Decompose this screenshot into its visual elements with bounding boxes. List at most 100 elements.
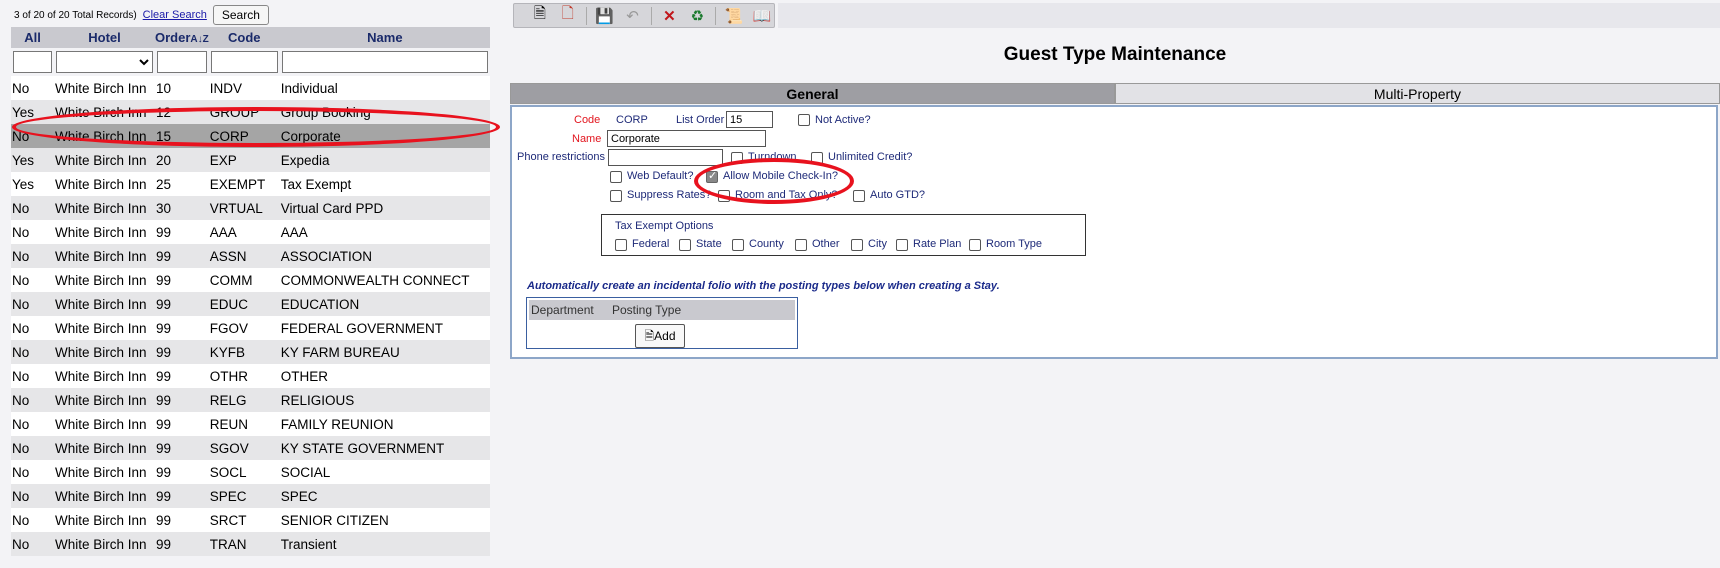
turndown-checkbox[interactable] bbox=[731, 152, 743, 164]
toolbar-strip bbox=[778, 3, 1720, 28]
table-row[interactable]: No White Birch Inn 99 REUN FAMILY REUNION bbox=[11, 412, 490, 436]
filter-hotel-select[interactable] bbox=[56, 51, 153, 73]
cell-name: EDUCATION bbox=[279, 292, 490, 316]
cell-order: 99 bbox=[155, 508, 209, 532]
column-header-name[interactable]: Name bbox=[279, 27, 490, 48]
cell-order: 99 bbox=[155, 388, 209, 412]
cell-code: RELG bbox=[208, 388, 280, 412]
toolbar: 🗎 🗋 💾 ↶ ✕ ♻ 📜 📖 bbox=[513, 3, 775, 28]
save-icon[interactable]: 💾 bbox=[593, 5, 617, 27]
web-default-label: Web Default? bbox=[627, 170, 694, 182]
cell-code: SRCT bbox=[208, 508, 280, 532]
tax-room-type-checkbox[interactable] bbox=[969, 239, 981, 251]
cell-all: No bbox=[11, 76, 54, 100]
table-row[interactable]: No White Birch Inn 99 SGOV KY STATE GOVERNME… bbox=[11, 436, 490, 460]
suppress-rates-checkbox[interactable] bbox=[610, 190, 622, 202]
cell-all: No bbox=[11, 460, 54, 484]
phone-restrictions-input[interactable] bbox=[608, 149, 723, 166]
add-posting-type-button[interactable]: 🗎Add bbox=[635, 324, 685, 348]
tax-city-checkbox[interactable] bbox=[851, 239, 863, 251]
table-row[interactable]: Yes White Birch Inn 25 EXEMPT Tax Exempt bbox=[11, 172, 490, 196]
undo-icon[interactable]: ↶ bbox=[621, 5, 645, 27]
cell-hotel: White Birch Inn bbox=[54, 124, 155, 148]
sort-ascending-icon[interactable]: A↓Z bbox=[190, 34, 208, 45]
column-header-order[interactable]: OrderA↓Z bbox=[155, 27, 209, 48]
cell-hotel: White Birch Inn bbox=[54, 460, 155, 484]
table-row[interactable]: No White Birch Inn 99 EDUC EDUCATION bbox=[11, 292, 490, 316]
cell-all: No bbox=[11, 412, 54, 436]
cell-hotel: White Birch Inn bbox=[54, 412, 155, 436]
table-row[interactable]: No White Birch Inn 99 KYFB KY FARM BUREAU bbox=[11, 340, 490, 364]
filter-row bbox=[11, 48, 490, 76]
cell-code: INDV bbox=[208, 76, 280, 100]
page-title: Guest Type Maintenance bbox=[1003, 44, 1227, 65]
cell-code: SGOV bbox=[208, 436, 280, 460]
cell-code: EDUC bbox=[208, 292, 280, 316]
tax-state-checkbox[interactable] bbox=[679, 239, 691, 251]
table-body: No White Birch Inn 10 INDV Individual Yes Whit… bbox=[11, 76, 490, 556]
filter-name-input[interactable] bbox=[281, 51, 488, 73]
web-default-checkbox[interactable] bbox=[610, 171, 622, 183]
table-row[interactable]: Yes White Birch Inn 20 EXP Expedia bbox=[11, 148, 490, 172]
tab-multi-property[interactable]: Multi-Property bbox=[1115, 83, 1720, 104]
cell-hotel: White Birch Inn bbox=[54, 364, 155, 388]
tax-county-checkbox[interactable] bbox=[732, 239, 744, 251]
cell-all: No bbox=[11, 268, 54, 292]
new-document-icon[interactable]: 🗎 bbox=[528, 5, 552, 27]
table-row[interactable]: No White Birch Inn 99 SOCL SOCIAL bbox=[11, 460, 490, 484]
cell-name: Expedia bbox=[279, 148, 490, 172]
list-order-input[interactable] bbox=[726, 111, 773, 128]
report-icon[interactable]: 📜 bbox=[722, 5, 746, 27]
cell-code: KYFB bbox=[208, 340, 280, 364]
filter-code-input[interactable] bbox=[210, 51, 278, 73]
posting-type-column-header: Posting Type bbox=[612, 303, 682, 317]
cell-name: AAA bbox=[279, 220, 490, 244]
room-tax-only-checkbox[interactable] bbox=[718, 190, 730, 202]
column-header-all[interactable]: All bbox=[11, 27, 54, 48]
tax-other-label: Other bbox=[812, 238, 840, 250]
table-row[interactable]: No White Birch Inn 99 SRCT SENIOR CITIZEN bbox=[11, 508, 490, 532]
filter-order-input[interactable] bbox=[157, 51, 207, 73]
allow-mobile-checkin-checkbox[interactable] bbox=[706, 169, 718, 183]
table-row[interactable]: No White Birch Inn 15 CORP Corporate bbox=[11, 124, 490, 148]
help-book-icon[interactable]: 📖 bbox=[750, 5, 774, 27]
clear-search-link[interactable]: Clear Search bbox=[143, 9, 207, 21]
table-row[interactable]: No White Birch Inn 99 ASSN ASSOCIATION bbox=[11, 244, 490, 268]
name-input[interactable] bbox=[607, 130, 766, 147]
room-tax-only-label: Room and Tax Only? bbox=[735, 189, 838, 201]
cell-code: EXEMPT bbox=[208, 172, 280, 196]
filter-all-input[interactable] bbox=[13, 51, 52, 73]
table-row[interactable]: No White Birch Inn 99 RELG RELIGIOUS bbox=[11, 388, 490, 412]
tax-rate-plan-checkbox[interactable] bbox=[896, 239, 908, 251]
cell-hotel: White Birch Inn bbox=[54, 100, 155, 124]
tab-general[interactable]: General bbox=[510, 83, 1115, 104]
list-topbar: 3 of 20 of 20 Total Records) Clear Searc… bbox=[14, 5, 269, 25]
table-row[interactable]: No White Birch Inn 99 FGOV FEDERAL GOVERNMEN… bbox=[11, 316, 490, 340]
delete-icon[interactable]: ✕ bbox=[658, 5, 682, 27]
tax-other-checkbox[interactable] bbox=[795, 239, 807, 251]
table-row[interactable]: Yes White Birch Inn 12 GROUP Group Booking bbox=[11, 100, 490, 124]
column-header-hotel[interactable]: Hotel bbox=[54, 27, 155, 48]
table-row[interactable]: No White Birch Inn 99 TRAN Transient bbox=[11, 532, 490, 556]
refresh-icon[interactable]: ♻ bbox=[685, 5, 709, 27]
unlimited-credit-checkbox[interactable] bbox=[811, 152, 823, 164]
cell-hotel: White Birch Inn bbox=[54, 148, 155, 172]
auto-gtd-checkbox[interactable] bbox=[853, 190, 865, 202]
table-row[interactable]: No White Birch Inn 99 OTHR OTHER bbox=[11, 364, 490, 388]
column-header-code[interactable]: Code bbox=[208, 27, 280, 48]
tax-federal-checkbox[interactable] bbox=[615, 239, 627, 251]
table-row[interactable]: No White Birch Inn 99 SPEC SPEC bbox=[11, 484, 490, 508]
cell-all: No bbox=[11, 532, 54, 556]
search-button[interactable]: Search bbox=[212, 5, 269, 25]
cell-order: 99 bbox=[155, 220, 209, 244]
table-row[interactable]: No White Birch Inn 99 AAA AAA bbox=[11, 220, 490, 244]
not-active-checkbox[interactable] bbox=[798, 114, 810, 126]
cell-name: SOCIAL bbox=[279, 460, 490, 484]
table-row[interactable]: No White Birch Inn 99 COMM COMMONWEALTH CONN… bbox=[11, 268, 490, 292]
cell-code: REUN bbox=[208, 412, 280, 436]
table-row[interactable]: No White Birch Inn 10 INDV Individual bbox=[11, 76, 490, 100]
name-label: Name bbox=[572, 133, 602, 145]
copy-document-icon[interactable]: 🗋 bbox=[556, 5, 580, 27]
table-row[interactable]: No White Birch Inn 30 VRTUAL Virtual Card PP… bbox=[11, 196, 490, 220]
toolbar-separator bbox=[650, 6, 652, 25]
